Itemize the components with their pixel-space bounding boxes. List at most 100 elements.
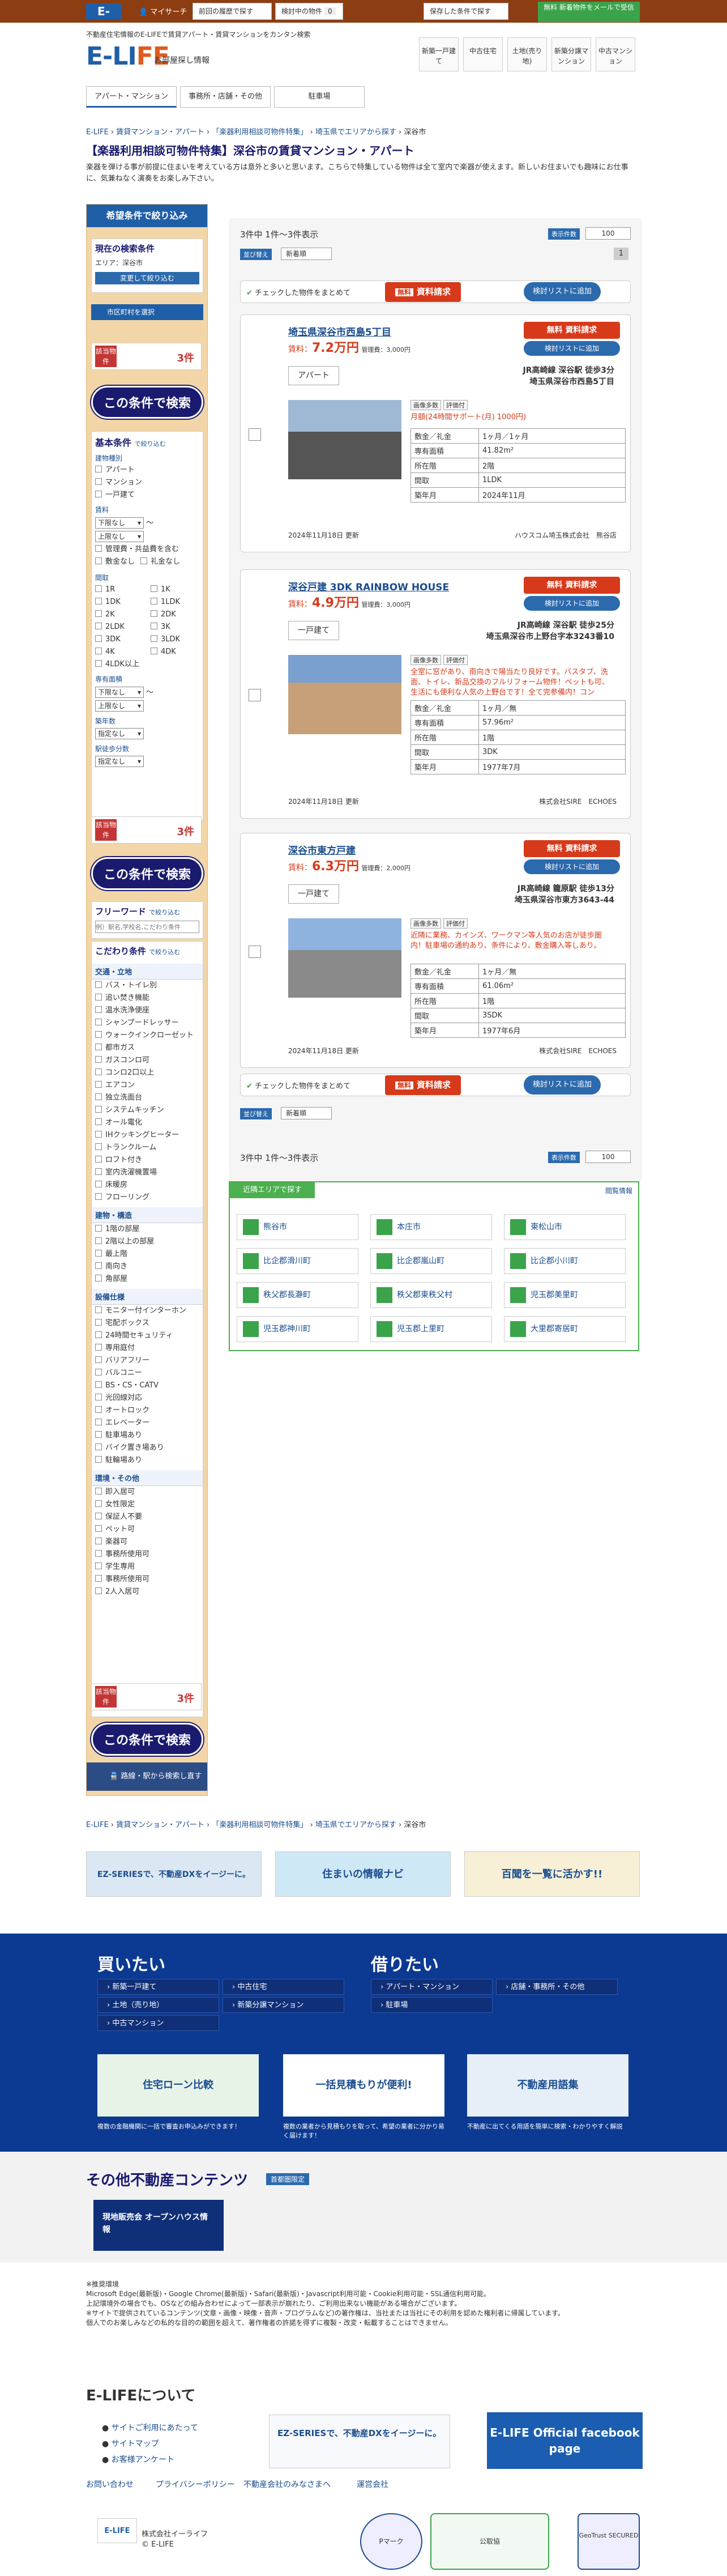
f2-checkbox-2[interactable]: 最上階 bbox=[92, 1248, 203, 1261]
footer-breadcrumb-rental[interactable]: 賃貸マンション・アパート bbox=[116, 1821, 204, 1829]
layout-checkbox-2[interactable]: 1DK bbox=[92, 596, 147, 608]
f4-checkbox-2[interactable]: 保証人不要 bbox=[92, 1511, 203, 1523]
layout-checkbox-12[interactable]: 4LDK以上 bbox=[92, 658, 147, 671]
nearby-area-button[interactable]: 児玉郡神川町 bbox=[237, 1316, 358, 1342]
walk-select[interactable]: 指定なし bbox=[95, 756, 144, 767]
layout-checkbox-3[interactable]: 1LDK bbox=[147, 596, 203, 608]
add-to-list-button[interactable]: 検討リストに追加 bbox=[524, 596, 620, 611]
nearby-area-button[interactable]: 秩父郡長瀞町 bbox=[237, 1282, 358, 1308]
footer-breadcrumb-home[interactable]: E-LIFE bbox=[86, 1821, 109, 1829]
nearby-area-button[interactable]: 東松山市 bbox=[504, 1214, 626, 1240]
layout-checkbox-0[interactable]: 1R bbox=[92, 584, 147, 596]
banner-info-navi[interactable]: 住まいの情報ナビ bbox=[275, 1851, 451, 1897]
about-link-sitemap[interactable]: サイトマップ bbox=[102, 2438, 159, 2449]
banner-hyakubun[interactable]: 百聞を一覧に活かす!! bbox=[464, 1851, 640, 1897]
f3-checkbox-11[interactable]: バイク置き場あり bbox=[92, 1442, 203, 1454]
area-lower-select[interactable]: 下限なし bbox=[95, 687, 144, 698]
layout-checkbox-6[interactable]: 2LDK bbox=[92, 621, 147, 633]
nearby-area-button[interactable]: 比企郡嵐山町 bbox=[370, 1248, 492, 1274]
nav-new-house[interactable]: 新築一戸建て bbox=[419, 37, 459, 71]
breadcrumb-feature[interactable]: 「楽器利用相談可物件特集」 bbox=[212, 128, 307, 137]
f3-checkbox-0[interactable]: モニター付インターホン bbox=[92, 1305, 203, 1317]
listing-title[interactable]: 深谷市東方戸建 bbox=[288, 842, 356, 857]
layout-checkbox-8[interactable]: 3DK bbox=[92, 633, 147, 646]
f4-checkbox-4[interactable]: 楽器可 bbox=[92, 1536, 203, 1548]
buy-new-house[interactable]: 新築一戸建て bbox=[97, 1979, 219, 1995]
search-button-bottom[interactable]: この条件で検索 bbox=[91, 1723, 203, 1756]
f1-checkbox-12[interactable]: IHクッキングヒーター bbox=[92, 1129, 203, 1142]
rent-lower-select[interactable]: 下限なし bbox=[95, 517, 144, 529]
area-upper-select[interactable]: 上限なし bbox=[95, 700, 144, 712]
f1-checkbox-14[interactable]: ロフト付き bbox=[92, 1154, 203, 1166]
f1-checkbox-11[interactable]: オール電化 bbox=[92, 1117, 203, 1129]
layout-checkbox-7[interactable]: 3K bbox=[147, 621, 203, 633]
nav-land[interactable]: 土地(売り地) bbox=[507, 37, 547, 71]
f2-checkbox-4[interactable]: 角部屋 bbox=[92, 1273, 203, 1285]
banner-glossary[interactable]: 不動産用語集 bbox=[467, 2054, 628, 2117]
breadcrumb-rental[interactable]: 賃貸マンション・アパート bbox=[116, 128, 204, 137]
mysearch-link[interactable]: 👤 マイサーチ bbox=[139, 6, 187, 16]
nearby-area-button[interactable]: 児玉郡上里町 bbox=[370, 1316, 492, 1342]
f4-checkbox-8[interactable]: 2人入居可 bbox=[92, 1586, 203, 1598]
layout-checkbox-1[interactable]: 1K bbox=[147, 584, 203, 596]
nearby-area-button[interactable]: 本庄市 bbox=[370, 1214, 492, 1240]
filter-group-environment[interactable]: 環境・その他 bbox=[92, 1470, 203, 1486]
f4-checkbox-5[interactable]: 事務所使用可 bbox=[92, 1548, 203, 1561]
search-button-middle[interactable]: この条件で検索 bbox=[91, 857, 203, 890]
layout-checkbox-9[interactable]: 3LDK bbox=[147, 633, 203, 646]
f3-checkbox-5[interactable]: バルコニー bbox=[92, 1367, 203, 1379]
f1-checkbox-9[interactable]: 独立洗面台 bbox=[92, 1092, 203, 1104]
f1-checkbox-3[interactable]: シャンプードレッサー bbox=[92, 1017, 203, 1029]
f4-checkbox-3[interactable]: ペット可 bbox=[92, 1523, 203, 1536]
open-house-banner[interactable]: 現地販売会 オープンハウス情報 bbox=[93, 2200, 224, 2251]
bulk-request-button[interactable]: 無料 資料請求 bbox=[385, 282, 461, 302]
buy-new-mansion[interactable]: 新築分譲マンション bbox=[223, 1997, 344, 2013]
sort-select-2[interactable]: 新着順 bbox=[281, 1107, 332, 1119]
f3-checkbox-4[interactable]: バリアフリー bbox=[92, 1355, 203, 1367]
rent-apartment[interactable]: アパート・マンション bbox=[371, 1979, 493, 1995]
page-1[interactable]: 1 bbox=[614, 248, 628, 260]
footer-breadcrumb-feature[interactable]: 「楽器利用相談可物件特集」 bbox=[212, 1821, 307, 1829]
layout-checkbox-4[interactable]: 2K bbox=[92, 608, 147, 621]
nearby-area-button[interactable]: 比企郡滑川町 bbox=[237, 1248, 358, 1274]
f4-checkbox-1[interactable]: 女性限定 bbox=[92, 1498, 203, 1511]
footer-link-contact[interactable]: お問い合わせ bbox=[86, 2479, 134, 2490]
bulk-add-list-button[interactable]: 検討リストに追加 bbox=[524, 282, 601, 301]
ptype-mansion-checkbox[interactable]: マンション bbox=[92, 476, 203, 489]
mini-logo[interactable]: E-LIFE bbox=[86, 3, 121, 34]
f1-checkbox-6[interactable]: ガスコンロ可 bbox=[92, 1054, 203, 1067]
f3-checkbox-10[interactable]: 駐車場あり bbox=[92, 1429, 203, 1442]
per-page-select-2[interactable]: 100 bbox=[585, 1151, 631, 1163]
bulk-request-button-2[interactable]: 無料 資料請求 bbox=[385, 1075, 461, 1095]
buy-land[interactable]: 土地（売り地） bbox=[97, 1997, 219, 2013]
new-mail-promo-button[interactable]: 無料 新着物件をメールで受信 bbox=[538, 2, 640, 22]
layout-checkbox-5[interactable]: 2DK bbox=[147, 608, 203, 621]
change-conditions-button[interactable]: 変更して絞り込む bbox=[95, 272, 199, 284]
footer-link-agents[interactable]: 不動産会社のみなさまへ bbox=[243, 2479, 331, 2490]
f1-checkbox-4[interactable]: ウォークインクローゼット bbox=[92, 1029, 203, 1042]
tab-parking[interactable]: 駐車場 bbox=[274, 86, 365, 108]
nearby-area-button[interactable]: 熊谷市 bbox=[237, 1214, 358, 1240]
nav-used-house[interactable]: 中古住宅 bbox=[463, 37, 503, 71]
station-search-button[interactable]: 🚆 路線・駅から検索し直す bbox=[87, 1762, 207, 1791]
f3-checkbox-1[interactable]: 宅配ボックス bbox=[92, 1317, 203, 1330]
f4-checkbox-0[interactable]: 即入居可 bbox=[92, 1486, 203, 1498]
layout-checkbox-11[interactable]: 4DK bbox=[147, 646, 203, 658]
nav-used-mansion[interactable]: 中古マンション bbox=[596, 37, 635, 71]
footer-breadcrumb-saitama[interactable]: 埼玉県でエリアから探す bbox=[315, 1821, 396, 1829]
search-button-top[interactable]: この条件で検索 bbox=[91, 386, 203, 419]
f1-checkbox-15[interactable]: 室内洗濯機置場 bbox=[92, 1166, 203, 1179]
listing-checkbox[interactable] bbox=[249, 428, 261, 441]
ez-series-banner[interactable]: EZ-SERIESで、不動産DXをイージーに。 bbox=[269, 2415, 450, 2468]
f1-checkbox-16[interactable]: 床暖房 bbox=[92, 1179, 203, 1191]
freeword-input[interactable] bbox=[95, 921, 199, 933]
facebook-banner[interactable]: E-LIFE Official facebook page bbox=[487, 2412, 643, 2469]
rent-shop-office[interactable]: 店舗・事務所・その他 bbox=[496, 1979, 618, 1995]
request-docs-button[interactable]: 無料 資料請求 bbox=[524, 840, 620, 857]
property-photo[interactable] bbox=[288, 400, 401, 479]
banner-estimate[interactable]: 一括見積もりが便利! bbox=[283, 2054, 444, 2117]
request-docs-button[interactable]: 無料 資料請求 bbox=[524, 322, 620, 339]
nearby-link[interactable]: 閲覧情報 bbox=[605, 1186, 632, 1195]
f4-checkbox-6[interactable]: 学生専用 bbox=[92, 1561, 203, 1573]
about-link-usage[interactable]: サイトご利用にあたって bbox=[102, 2422, 198, 2433]
